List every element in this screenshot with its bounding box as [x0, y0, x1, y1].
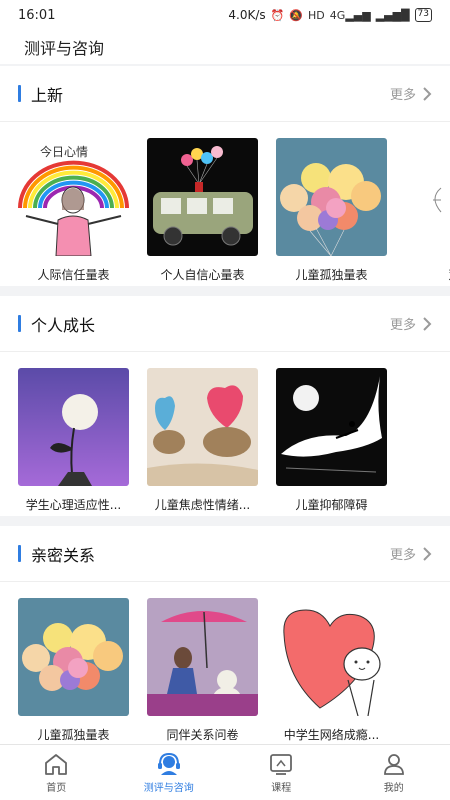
more-label: 更多 — [389, 318, 416, 333]
card-list[interactable]: 学生心理适应性... 儿童焦虑性情绪... 儿童抑郁障碍 — [0, 352, 450, 516]
section-title-text: 亲密关系 — [31, 545, 96, 565]
page-title: 测评与咨询 — [24, 39, 105, 58]
title-accent-bar — [18, 545, 21, 562]
course-icon — [270, 753, 293, 775]
status-icons: 4.0K/s ⏰ 🔕 HD 4G▂▄▆ ▂▄▆█ 73 — [228, 8, 432, 22]
card-title: 学生心理适应性... — [25, 498, 122, 512]
section-title: 上新 — [18, 82, 63, 106]
title-accent-bar — [18, 315, 21, 332]
card-image — [276, 368, 387, 486]
card-title: 个人自信心量表 — [160, 268, 245, 282]
wifi-icon: ▂▄▆█ — [375, 8, 410, 22]
status-bar: 16:01 4.0K/s ⏰ 🔕 HD 4G▂▄▆ ▂▄▆█ 73 — [0, 0, 450, 30]
scale-card[interactable]: 儿童孤独量表 — [276, 138, 387, 286]
card-title: 人际信任量表 — [37, 268, 110, 282]
section-title: 个人成长 — [18, 312, 95, 336]
card-title: 双相 — [405, 266, 450, 283]
alarm-icon: ⏰ — [270, 8, 285, 22]
tab-label: 首页 — [46, 782, 67, 794]
bottom-tab-bar: 首页 测评与咨询 课程 我的 — [0, 744, 450, 800]
signal-icon: 4G▂▄▆ — [329, 8, 371, 22]
section-new: 上新 更多 今日心情 人际信任量表 个人自信心量表 儿童孤独量表 — [0, 66, 450, 286]
network-speed: 4.0K/s — [228, 8, 266, 22]
scale-card[interactable]: 儿童焦虑性情绪... — [147, 368, 258, 516]
tab-course[interactable]: 课程 — [225, 745, 338, 800]
mute-icon: 🔕 — [289, 8, 304, 22]
hd-badge: HD — [308, 8, 325, 22]
scale-card[interactable]: 儿童抑郁障碍 — [276, 368, 387, 516]
card-title: 同伴关系问卷 — [166, 728, 239, 742]
image-caption: 今日心情 — [40, 144, 88, 159]
profile-icon — [383, 753, 404, 775]
scale-card[interactable]: 儿童孤独量表 — [18, 598, 129, 744]
section-header: 个人成长 更多 — [0, 296, 450, 352]
tab-home[interactable]: 首页 — [0, 745, 113, 800]
section-header: 上新 更多 — [0, 66, 450, 122]
more-button[interactable]: 更多 — [390, 84, 432, 103]
home-icon — [45, 753, 68, 775]
tab-assessment[interactable]: 测评与咨询 — [113, 745, 226, 800]
card-title: 儿童抑郁障碍 — [295, 498, 368, 512]
signal-label: 4G — [329, 8, 346, 22]
scale-card[interactable]: 学生心理适应性... — [18, 368, 129, 516]
more-button[interactable]: 更多 — [390, 314, 432, 333]
section-growth: 个人成长 更多 学生心理适应性... 儿童焦虑性情绪... 儿童抑郁障碍 — [0, 296, 450, 516]
tab-label: 测评与咨询 — [143, 782, 194, 794]
status-time: 16:01 — [18, 7, 56, 23]
card-image — [18, 598, 129, 716]
card-image — [276, 138, 387, 256]
card-title: 儿童孤独量表 — [37, 728, 110, 742]
card-list[interactable]: 今日心情 人际信任量表 个人自信心量表 儿童孤独量表 — [0, 122, 450, 286]
scale-card[interactable]: 中学生网络成瘾... — [276, 598, 387, 744]
card-image — [147, 598, 258, 716]
card-image — [18, 368, 129, 486]
section-title-text: 上新 — [31, 85, 64, 105]
battery-icon: 73 — [414, 8, 432, 22]
more-label: 更多 — [389, 88, 416, 103]
section-title-text: 个人成长 — [31, 315, 96, 335]
card-image — [405, 138, 450, 256]
section-header: 亲密关系 更多 — [0, 526, 450, 582]
main-content[interactable]: 上新 更多 今日心情 人际信任量表 个人自信心量表 儿童孤独量表 个人成长 更多… — [0, 66, 450, 744]
card-list[interactable]: 儿童孤独量表 同伴关系问卷 中学生网络成瘾... — [0, 582, 450, 744]
scale-card[interactable]: 今日心情 人际信任量表 — [18, 138, 129, 286]
more-label: 更多 — [389, 548, 416, 563]
tab-label: 课程 — [271, 782, 292, 794]
scale-card[interactable]: 双相 — [405, 138, 450, 286]
tab-profile[interactable]: 我的 — [338, 745, 450, 800]
scale-card[interactable]: 同伴关系问卷 — [147, 598, 258, 744]
chevron-right-icon — [423, 316, 432, 331]
more-button[interactable]: 更多 — [390, 544, 432, 563]
card-title: 儿童焦虑性情绪... — [154, 498, 251, 512]
card-image: 今日心情 — [18, 138, 129, 256]
chevron-right-icon — [423, 546, 432, 561]
card-image — [147, 138, 258, 256]
page-header: 测评与咨询 — [0, 30, 450, 64]
scale-card[interactable]: 个人自信心量表 — [147, 138, 258, 286]
tab-label: 我的 — [383, 782, 404, 794]
card-image — [276, 598, 387, 716]
chevron-right-icon — [423, 86, 432, 101]
section-title: 亲密关系 — [18, 542, 95, 566]
card-title: 儿童孤独量表 — [295, 268, 368, 282]
card-title: 中学生网络成瘾... — [283, 728, 380, 742]
title-accent-bar — [18, 85, 21, 102]
headset-icon — [157, 752, 180, 775]
card-image — [147, 368, 258, 486]
section-relationship: 亲密关系 更多 儿童孤独量表 同伴关系问卷 中学生网络成瘾... — [0, 526, 450, 744]
